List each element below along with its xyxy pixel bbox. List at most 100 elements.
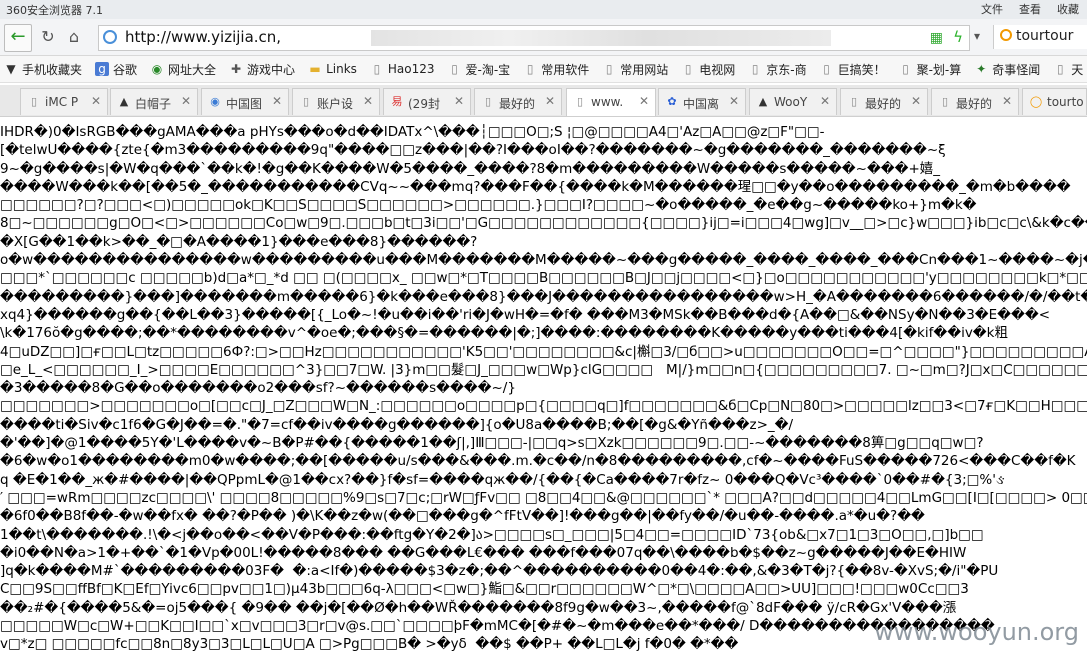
garbled-line: [�tеlwU����{zte{�m3���������9q"����□□z��… (0, 142, 946, 159)
bookmark-item-funny[interactable]: ▯ 巨搞笑！ (814, 61, 893, 78)
page-icon: ▯ (302, 95, 310, 108)
page-icon: ▯ (451, 62, 458, 76)
bookmark-item-juhuasuan[interactable]: ▯ 聚-划-算 (893, 61, 969, 78)
bookmark-item-links[interactable]: ▬ Links (302, 62, 364, 76)
tab-whitehat[interactable]: ▲ 白帽子 ✕ (110, 88, 198, 115)
home-icon[interactable]: ⌂ (64, 27, 84, 47)
page-icon: ▯ (1056, 62, 1064, 76)
page-icon: ▯ (30, 95, 38, 108)
tab-wooyun[interactable]: ▲ WooY ✕ (749, 88, 837, 115)
close-icon[interactable]: ✕ (911, 94, 921, 108)
hat-icon: ▲ (119, 95, 129, 108)
tab-china-li[interactable]: ✿ 中国离 ✕ (658, 88, 746, 115)
menu-file[interactable]: 文件 (973, 0, 1011, 19)
page-icon: ▯ (902, 62, 909, 76)
address-bar[interactable]: http://www.yizijia.cn, ▦ ϟ (98, 25, 970, 51)
bookmark-item-games[interactable]: ✚ 游戏中心 (223, 61, 302, 78)
back-button[interactable]: ← (4, 24, 32, 52)
page-icon: ▯ (941, 95, 949, 108)
bird-icon: ✦ (976, 62, 987, 76)
tab-best-3[interactable]: ▯ 最好的 ✕ (931, 88, 1019, 115)
bookmark-item-hao[interactable]: ◉ 网址大全 (144, 61, 223, 78)
navigation-bar: ← ↻ ⌂ http://www.yizijia.cn, ▦ ϟ ▾ tourt… (0, 19, 1087, 56)
mail-icon: 易 (391, 95, 403, 108)
page-icon: ▯ (850, 95, 858, 108)
tab-mail[interactable]: 易 (29封 ✕ (383, 88, 471, 115)
garbled-line: ]q�k����M#`���������03F� �:a<If�)�����$3… (0, 563, 999, 580)
tab-imc[interactable]: ▯ iMC P ✕ (20, 88, 108, 115)
qr-code-icon[interactable]: ▦ (930, 30, 943, 46)
menu-view[interactable]: 查看 (1011, 0, 1049, 19)
close-icon[interactable]: ✕ (363, 94, 373, 108)
garbled-line: C□□9S□□ffBf□K□Ef□Yivc6□□pv□□1□)µ43b□□□6q… (0, 581, 969, 598)
close-icon[interactable]: ✕ (729, 94, 739, 108)
page-icon: ▯ (576, 95, 584, 108)
garbled-line: □e_L_<□□□□□□_I_>□□□□E□□□□□□^3}□□7□W. |3}… (0, 361, 1087, 378)
bookmark-item-sites[interactable]: ▯ 常用网站 (596, 61, 675, 78)
close-icon[interactable]: ✕ (1002, 94, 1012, 108)
search-box[interactable]: tourtour (993, 25, 1087, 49)
page-icon: ▯ (526, 62, 534, 76)
bookmark-item-hao123[interactable]: ▯ Hao123 (364, 62, 442, 76)
refresh-icon[interactable]: ↻ (38, 27, 58, 47)
garbled-line: q �E�1��_ж�#����|��QPpmL�@1��cx?��}f�sf=… (0, 471, 1005, 488)
tab-tourtour[interactable]: ◯ tourto (1022, 88, 1087, 115)
window-menu: 文件 查看 收藏 (973, 0, 1087, 19)
tab-strip: ▯ iMC P ✕ ▲ 白帽子 ✕ ◉ 中国图 ✕ ▯ 账户设 ✕ 易 (29封 ✕ ▯ 最好的 ✕ ▯… (0, 85, 1087, 117)
redacted-url-part (371, 30, 831, 46)
close-icon[interactable]: ✕ (545, 94, 555, 108)
bookmark-item-tv[interactable]: ▯ 电视网 (675, 61, 742, 78)
search-input[interactable]: tourtour (1016, 28, 1073, 44)
hat-icon: ▲ (758, 95, 768, 108)
garbled-line: □□□*`□□□□□□c □□□□□b)d□a*□_*d □□ □(□□□□x_… (0, 270, 1087, 287)
page-content: IHDR�)0�IsRGB���gAMA���a pHYs���o�d��IDA… (0, 117, 1087, 652)
tab-china-map[interactable]: ◉ 中国图 ✕ (201, 88, 289, 115)
page-icon: ▯ (823, 62, 830, 76)
close-icon[interactable]: ✕ (639, 94, 649, 108)
gamepad-icon: ✚ (231, 62, 242, 76)
page-icon: ▯ (484, 95, 492, 108)
title-bar: 360安全浏览器 7.1 文件 查看 收藏 (0, 0, 1087, 19)
garbled-line: �6f0��B8f��-�w��fx� ��?�P�� )�\K��z�w(��… (0, 508, 925, 525)
close-icon[interactable]: ✕ (272, 94, 282, 108)
address-url[interactable]: http://www.yizijia.cn, (125, 28, 281, 46)
phone-icon: ▼ (6, 62, 16, 76)
garbled-line: □□□□□□□>□□□□□□□o□[□□c□J_□Z□□□W□N_:□□□□□□… (0, 398, 1087, 415)
tab-account[interactable]: ▯ 账户设 ✕ (292, 88, 380, 115)
garbled-line: 8□~□□□□□□g□O□<□>□□□□□□Co□w□9□.□□□b□t□3i□… (0, 215, 1087, 232)
tab-best-1[interactable]: ▯ 最好的 ✕ (474, 88, 562, 115)
bookmark-item-google[interactable]: g 谷歌 (89, 61, 144, 78)
garbled-line: \k�176ŏ�g����;��*��������v^�oe�;���§�=��… (0, 325, 1008, 342)
garbled-line: �6�w�o1��������m0�w����;��[�����u/s���&�… (0, 453, 1076, 470)
close-icon[interactable]: ✕ (91, 94, 101, 108)
garbled-line: �'��]�@1����5Y�'L����v�~B�P#��{�����1��ʃ… (0, 435, 984, 452)
bookmark-item-mobile[interactable]: ▼ 手机收藏夹 (0, 61, 89, 78)
close-icon[interactable]: ✕ (454, 94, 464, 108)
garbled-line: 4□uDZ□□]□ғ□□L□tz□□□□□6Ф?:□>□□Hz□□□□□□□□□… (0, 343, 1087, 360)
bookmark-item-tmall[interactable]: ▯天 猫 (1047, 61, 1087, 78)
bookmark-item-jd[interactable]: ▯ 京东-商 (742, 61, 813, 78)
page-icon: ▯ (751, 62, 759, 76)
page-icon: ▯ (605, 62, 613, 76)
bookmark-item-software[interactable]: ▯ 常用软件 (517, 61, 596, 78)
garbled-line: ��₂#�{����5&�=oj5���{ �9�� ��j�[��Ø�h��W… (0, 599, 957, 616)
close-icon[interactable]: ✕ (181, 94, 191, 108)
close-icon[interactable]: ✕ (820, 94, 830, 108)
garbled-line: 9~�g����s|�W�q���`��k�!�g��K����W�5����_… (0, 160, 941, 177)
chevron-down-icon[interactable]: ▾ (974, 29, 980, 43)
bookmark-item-taobao[interactable]: ▯ 爱-淘-宝 (442, 61, 518, 78)
tab-best-2[interactable]: ▯ 最好的 ✕ (840, 88, 928, 115)
tab-active-www[interactable]: ▯ www. ✕ (566, 88, 656, 116)
search-icon: ◯ (1029, 95, 1043, 108)
garbled-line: IHDR�)0�IsRGB���gAMA���a pHYs���o�d��IDA… (0, 124, 825, 140)
garbled-line: ′ □□□=wRm□□□□zc□□□□\' □□□□8□□□□□%9□s□7□c… (0, 489, 1087, 506)
garbled-binary-text: IHDR�)0�IsRGB���gAMA���a pHYs���o�d��IDA… (0, 123, 1087, 652)
garbled-line: 1��t\�������.!\�<j��o��<��V�P���:��ftg�Y… (0, 526, 984, 543)
lightning-icon[interactable]: ϟ (953, 28, 963, 46)
garbled-line: �X[G��1��k>��_�□�A����1}���e���8}������? (0, 233, 478, 250)
watermark: www.wooyun.org (874, 618, 1079, 646)
globe-icon (103, 30, 117, 44)
menu-favorites[interactable]: 收藏 (1049, 0, 1087, 19)
bookmark-item-strange[interactable]: ✦ 奇事怪闻 (968, 61, 1047, 78)
paw-icon: ✿ (667, 95, 677, 108)
